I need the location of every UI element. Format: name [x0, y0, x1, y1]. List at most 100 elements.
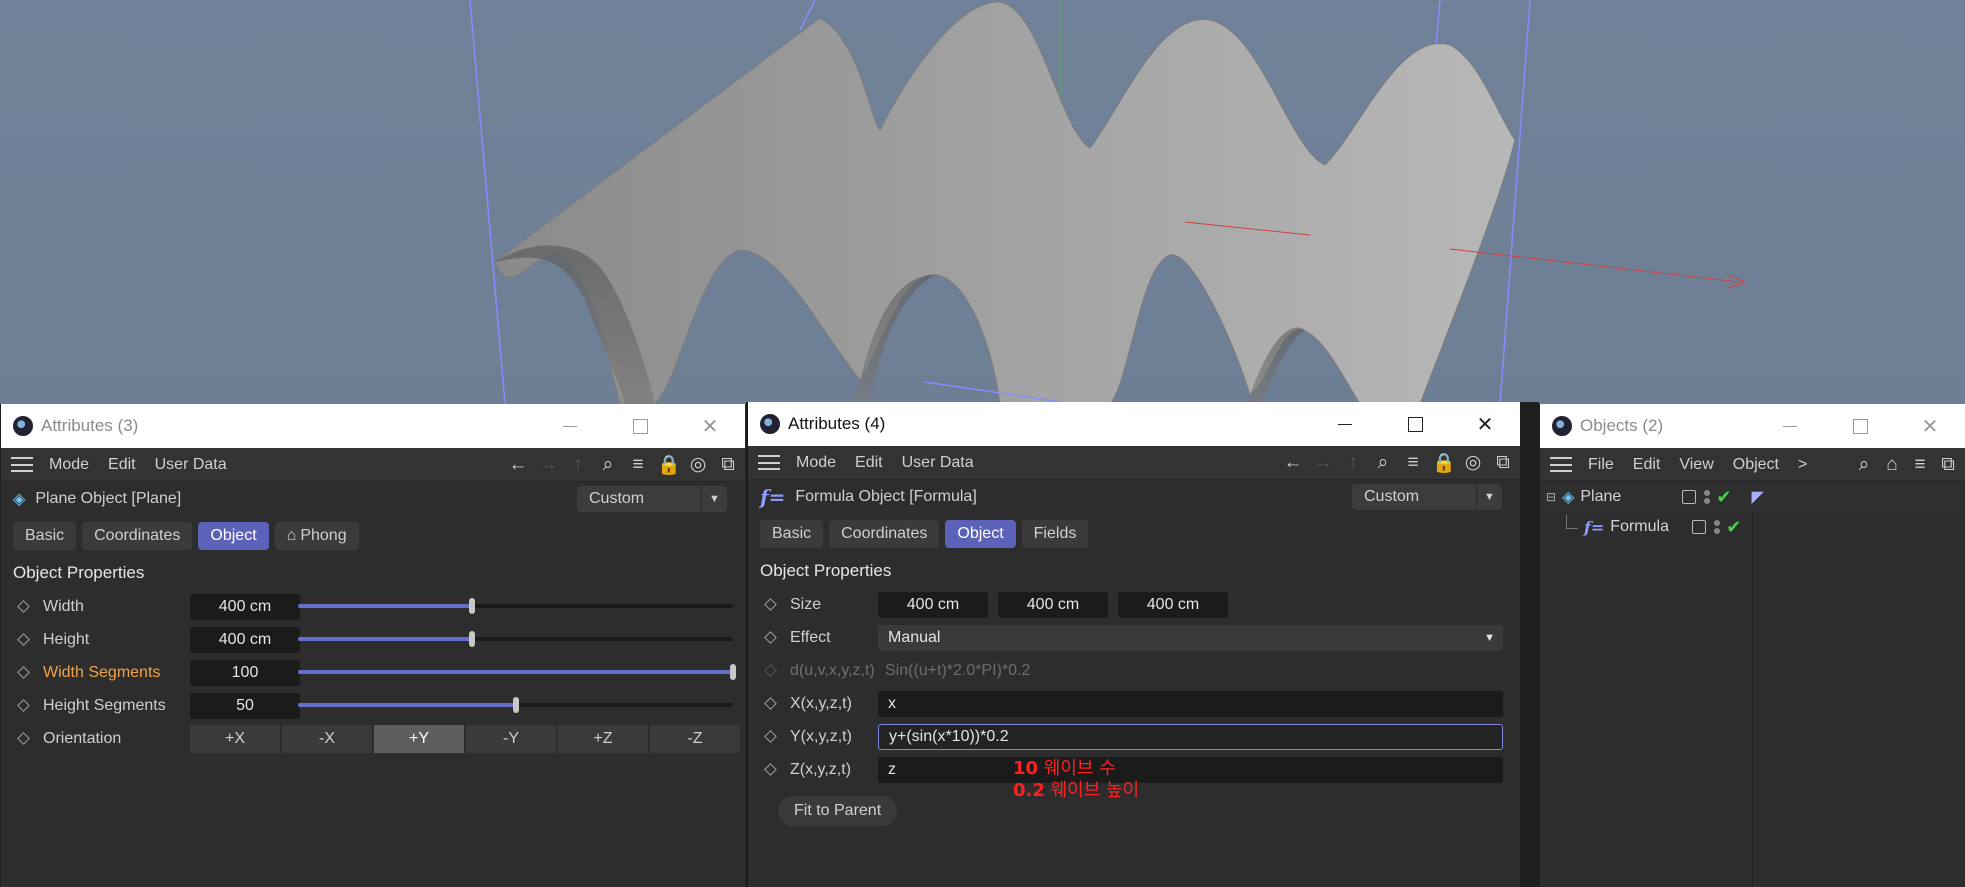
size-y-field[interactable]: 400 cm	[998, 591, 1108, 618]
slider-knob[interactable]	[469, 598, 475, 614]
orientation-option[interactable]: +X	[190, 724, 280, 753]
lock-icon[interactable]: 🔒	[657, 453, 681, 477]
close-button[interactable]: ✕	[1450, 402, 1520, 446]
tab-object[interactable]: Object	[945, 520, 1016, 548]
close-button[interactable]: ✕	[675, 404, 745, 448]
tree-item-formula[interactable]: f= Formula ✔	[1540, 512, 1965, 542]
visibility-dots-icon[interactable]	[1704, 488, 1711, 506]
orientation-option[interactable]: +Z	[558, 724, 648, 753]
height-field[interactable]: 400 cm	[190, 626, 300, 653]
menu-view[interactable]: View	[1679, 456, 1713, 474]
keyframe-diamond-icon[interactable]	[17, 666, 30, 679]
tab-fields[interactable]: Fields	[1021, 520, 1089, 548]
minimize-button[interactable]	[1310, 402, 1380, 446]
width-slider[interactable]	[298, 598, 733, 614]
3d-viewport[interactable]	[0, 0, 1965, 404]
slider-knob[interactable]	[512, 697, 519, 713]
target-icon[interactable]: ◎	[687, 453, 709, 476]
lock-icon[interactable]: 🔒	[1432, 451, 1456, 475]
tab-object[interactable]: Object	[198, 522, 269, 550]
maximize-button[interactable]	[605, 404, 675, 448]
y-formula-field[interactable]: y+(sin(x*10))*0.2	[878, 723, 1503, 750]
maximize-button[interactable]	[1380, 402, 1450, 446]
tab-basic[interactable]: Basic	[13, 522, 77, 550]
search-icon[interactable]: ⌕	[1853, 454, 1875, 476]
orientation-option[interactable]: -X	[282, 724, 372, 753]
menu-mode[interactable]: Mode	[49, 456, 89, 474]
keyframe-diamond-icon[interactable]	[17, 732, 30, 745]
filter-icon[interactable]: ≡	[1402, 452, 1424, 474]
tab-coordinates[interactable]: Coordinates	[829, 520, 940, 548]
window-titlebar[interactable]: Objects (2) ✕	[1540, 404, 1965, 448]
menu-file[interactable]: File	[1588, 456, 1614, 474]
minimize-button[interactable]	[1755, 404, 1825, 448]
slider-knob[interactable]	[469, 631, 475, 647]
menu-user-data[interactable]: User Data	[155, 456, 227, 474]
orientation-option[interactable]: -Y	[466, 724, 556, 753]
target-icon[interactable]: ◎	[1462, 451, 1484, 474]
height-slider[interactable]	[298, 631, 733, 647]
tab-phong[interactable]: ⌂ Phong	[274, 522, 359, 550]
panel-divider[interactable]	[1520, 402, 1539, 887]
menu-edit[interactable]: Edit	[108, 456, 136, 474]
height-segments-field[interactable]: 50	[190, 692, 300, 719]
hamburger-menu-icon[interactable]	[758, 455, 780, 470]
keyframe-diamond-icon[interactable]	[17, 699, 30, 712]
width-field[interactable]: 400 cm	[190, 593, 300, 620]
new-window-icon[interactable]: ⧉	[717, 454, 739, 476]
filter-icon[interactable]: ≡	[627, 454, 649, 476]
menu-mode[interactable]: Mode	[796, 454, 836, 472]
keyframe-diamond-icon[interactable]	[764, 631, 777, 644]
window-titlebar[interactable]: Attributes (3) ✕	[1, 404, 745, 448]
size-x-field[interactable]: 400 cm	[878, 591, 988, 618]
back-arrow-icon[interactable]: ←	[1282, 452, 1304, 474]
tree-item-plane[interactable]: ⊟ ◈ Plane ✔ ◤	[1540, 482, 1965, 512]
phong-tag-icon[interactable]: ◤	[1751, 487, 1763, 507]
close-button[interactable]: ✕	[1895, 404, 1965, 448]
width-segments-field[interactable]: 100	[190, 659, 300, 686]
search-icon[interactable]: ⌕	[1372, 452, 1394, 474]
new-window-icon[interactable]: ⧉	[1492, 452, 1514, 474]
filter-icon[interactable]: ≡	[1909, 454, 1931, 476]
menu-edit[interactable]: Edit	[1633, 456, 1661, 474]
orientation-option[interactable]: -Z	[650, 724, 740, 753]
keyframe-diamond-icon[interactable]	[764, 730, 777, 743]
keyframe-diamond-icon[interactable]	[764, 763, 777, 776]
keyframe-diamond-icon[interactable]	[17, 600, 30, 613]
edit-icon[interactable]	[1692, 520, 1707, 534]
layout-dropdown[interactable]: Custom ▼	[1352, 484, 1502, 510]
keyframe-diamond-icon[interactable]	[17, 633, 30, 646]
up-arrow-icon[interactable]: ↑	[567, 454, 589, 476]
width-segments-slider[interactable]	[298, 664, 736, 680]
back-arrow-icon[interactable]: ←	[507, 454, 529, 476]
hamburger-menu-icon[interactable]	[11, 457, 33, 472]
visibility-dots-icon[interactable]	[1714, 518, 1721, 536]
enabled-check-icon[interactable]: ✔	[1726, 517, 1741, 538]
x-formula-field[interactable]: x	[878, 690, 1503, 717]
minimize-button[interactable]	[535, 404, 605, 448]
forward-arrow-icon[interactable]: →	[1312, 452, 1334, 474]
up-arrow-icon[interactable]: ↑	[1342, 452, 1364, 474]
new-window-icon[interactable]: ⧉	[1937, 454, 1959, 476]
slider-knob[interactable]	[730, 664, 736, 680]
menu-object[interactable]: Object	[1733, 456, 1779, 474]
hamburger-menu-icon[interactable]	[1550, 457, 1572, 472]
height-segments-slider[interactable]	[298, 697, 733, 713]
menu-user-data[interactable]: User Data	[902, 454, 974, 472]
menu-edit[interactable]: Edit	[855, 454, 883, 472]
enabled-check-icon[interactable]: ✔	[1716, 487, 1731, 508]
tab-basic[interactable]: Basic	[760, 520, 824, 548]
search-icon[interactable]: ⌕	[597, 454, 619, 476]
effect-select[interactable]: Manual ▼	[878, 624, 1503, 651]
keyframe-diamond-icon[interactable]	[764, 664, 777, 677]
fit-to-parent-button[interactable]: Fit to Parent	[778, 796, 898, 826]
forward-arrow-icon[interactable]: →	[537, 454, 559, 476]
z-formula-field[interactable]: z	[878, 756, 1503, 783]
window-titlebar[interactable]: Attributes (4) ✕	[748, 402, 1520, 446]
edit-icon[interactable]	[1682, 490, 1697, 504]
collapse-toggle-icon[interactable]: ⊟	[1546, 490, 1556, 504]
maximize-button[interactable]	[1825, 404, 1895, 448]
layout-dropdown[interactable]: Custom ▼	[577, 486, 727, 512]
size-z-field[interactable]: 400 cm	[1118, 591, 1228, 618]
tab-coordinates[interactable]: Coordinates	[82, 522, 193, 550]
